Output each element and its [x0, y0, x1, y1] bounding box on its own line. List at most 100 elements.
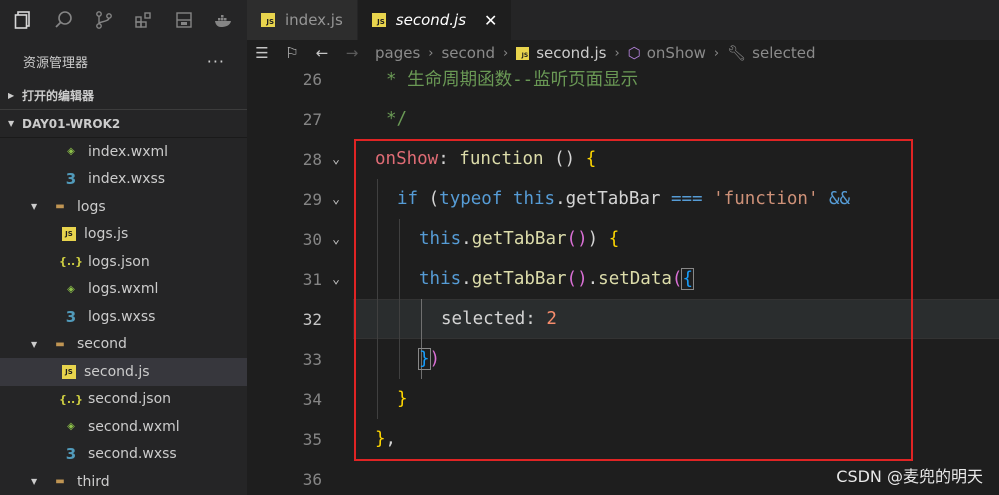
line-number: 32: [302, 309, 322, 329]
js-file-icon: JS: [371, 13, 386, 27]
tree-item-label: second.wxss: [88, 446, 177, 463]
tree-file[interactable]: ◈ index.wxml: [0, 138, 247, 166]
files-icon[interactable]: [6, 2, 42, 38]
extensions-icon[interactable]: [126, 2, 162, 38]
tree-file[interactable]: {..} logs.json: [0, 248, 247, 276]
gutter-row: 34: [247, 379, 999, 419]
tree-file[interactable]: 3 index.wxss: [0, 166, 247, 194]
more-actions-icon[interactable]: ···: [207, 52, 225, 71]
json-file-icon: {..}: [58, 255, 84, 269]
sidebar: 资源管理器 ··· ▶ 打开的编辑器 ▼ DAY01-WROK2 ◈ index.…: [0, 0, 247, 495]
folder-icon: ▬: [55, 476, 65, 488]
chevron-down-icon: ▼: [8, 119, 15, 128]
tree-file[interactable]: JS logs.js: [0, 221, 247, 249]
fold-chevron-icon[interactable]: ⌄: [322, 192, 350, 207]
gutter-row: 27: [247, 99, 999, 139]
tree-file[interactable]: 3 second.wxss: [0, 441, 247, 469]
line-number: 31: [302, 269, 322, 289]
code-line-26: * 生命周期函数--监听页面显示: [386, 70, 639, 90]
css-file-icon: 3: [65, 445, 77, 464]
open-editors-section[interactable]: ▶ 打开的编辑器: [0, 82, 247, 110]
tree-folder[interactable]: ▼ ▬ logs: [0, 193, 247, 221]
tree-file[interactable]: JS second.js: [0, 358, 247, 386]
tree-item-label: logs.wxml: [88, 281, 159, 298]
line-number: 29: [302, 189, 322, 209]
json-file-icon: {..}: [58, 392, 84, 406]
chevron-down-icon: ▼: [31, 202, 38, 212]
line-number: 36: [302, 469, 322, 489]
fold-chevron-icon[interactable]: ⌄: [322, 272, 350, 287]
folder-icon: ▬: [55, 201, 65, 213]
tree-file[interactable]: ◈ second.wxml: [0, 413, 247, 441]
explorer-header: 资源管理器 ···: [0, 40, 247, 82]
folder-icon: ▬: [55, 338, 65, 350]
tree-folder[interactable]: ▼ ▬ third: [0, 468, 247, 495]
tab-bar: JS index.js JS second.js ✕: [247, 0, 999, 40]
tree-item-label: second.json: [88, 391, 172, 408]
tree-file[interactable]: {..} second.json: [0, 386, 247, 414]
tree-item-label: second.wxml: [88, 418, 180, 435]
tree-item-label: logs.json: [88, 253, 150, 270]
docker-icon[interactable]: [206, 2, 242, 38]
gutter-row: 33: [247, 339, 999, 379]
tree-file[interactable]: 3 logs.wxss: [0, 303, 247, 331]
line-number: 27: [302, 109, 322, 129]
gutter-row: 30 ⌄: [247, 219, 999, 259]
project-section[interactable]: ▼ DAY01-WROK2: [0, 110, 247, 138]
code-line-28: onShow: function () {: [375, 149, 597, 169]
chevron-right-icon: ▶: [8, 91, 15, 100]
code-line-27: */: [386, 109, 408, 129]
close-icon[interactable]: ✕: [484, 11, 497, 30]
remote-explorer-icon[interactable]: [166, 2, 202, 38]
css-file-icon: 3: [65, 307, 77, 326]
explorer-title: 资源管理器: [23, 55, 89, 71]
tree-item-label: logs.js: [84, 226, 129, 243]
tree-folder[interactable]: ▼ ▬ second: [0, 331, 247, 359]
code-line-35: },: [375, 429, 397, 449]
file-tree: ◈ index.wxml 3 index.wxss ▼ ▬ logs JS logs.js {..…: [0, 138, 247, 495]
tab-second-js[interactable]: JS second.js ✕: [357, 0, 513, 40]
line-number: 33: [302, 349, 322, 369]
tree-item-label: logs.wxss: [88, 308, 156, 325]
line-number: 30: [302, 229, 322, 249]
wxml-file-icon: ◈: [67, 283, 75, 295]
activity-bar: [0, 0, 247, 40]
tab-label: second.js: [395, 11, 467, 29]
watermark: CSDN @麦兜的明天: [836, 467, 983, 486]
line-number: 28: [302, 149, 322, 169]
gutter-row: 35: [247, 419, 999, 459]
line-number: 26: [302, 69, 322, 89]
gutter-row: 32: [247, 299, 999, 339]
tree-item-label: index.wxss: [88, 171, 166, 188]
tree-file[interactable]: ◈ logs.wxml: [0, 276, 247, 304]
open-editors-label: 打开的编辑器: [22, 89, 95, 103]
js-file-icon: JS: [516, 46, 530, 60]
code-line-32: selected: 2: [441, 309, 557, 329]
tree-item-label: index.wxml: [88, 143, 169, 160]
wxml-file-icon: ◈: [67, 146, 75, 158]
code-line-30: this.getTabBar()) {: [419, 229, 620, 249]
source-control-icon[interactable]: [86, 2, 122, 38]
project-label: DAY01-WROK2: [22, 116, 121, 131]
code-line-31: this.getTabBar().setData({: [419, 268, 694, 290]
chevron-down-icon: ▼: [31, 477, 38, 487]
wxml-file-icon: ◈: [67, 421, 75, 433]
tab-label: index.js: [285, 11, 343, 29]
search-icon[interactable]: [46, 2, 82, 38]
line-number: 35: [302, 429, 322, 449]
fold-chevron-icon[interactable]: ⌄: [322, 152, 350, 167]
tree-item-label: second.js: [84, 363, 150, 380]
js-file-icon: JS: [261, 13, 275, 27]
tree-item-label: second: [77, 336, 127, 353]
chevron-down-icon: ▼: [31, 339, 38, 349]
tab-index-js[interactable]: JS index.js: [247, 0, 358, 40]
gutter-row: 28 ⌄: [247, 139, 999, 179]
js-file-icon: JS: [62, 227, 76, 242]
fold-chevron-icon[interactable]: ⌄: [322, 232, 350, 247]
js-file-icon: JS: [62, 364, 76, 379]
code-editor[interactable]: 26 27 28 ⌄ 29 ⌄ 30 ⌄ 31 ⌄ 32 33 34 35 36 * 生命周期函数--监听页…: [247, 66, 999, 495]
css-file-icon: 3: [65, 170, 77, 189]
tree-item-label: logs: [77, 198, 106, 215]
code-line-29: if (typeof this.getTabBar === 'function'…: [397, 189, 851, 209]
code-line-34: }: [397, 389, 408, 409]
